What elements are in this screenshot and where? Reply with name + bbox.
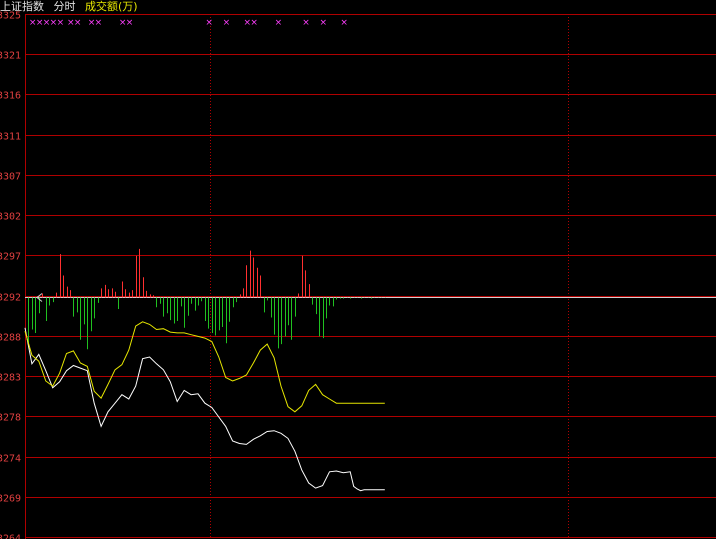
- event-marker: ×: [205, 18, 213, 28]
- y-tick-label: 3302: [0, 212, 21, 223]
- event-marker: ×: [74, 18, 82, 28]
- event-marker: ×: [275, 18, 283, 28]
- event-marker: ×: [320, 18, 328, 28]
- event-markers: × × × × × × × × × × × × × × × × × × ×: [29, 18, 348, 28]
- y-tick-label: 3325: [0, 11, 21, 22]
- price-line: [24, 327, 385, 492]
- y-tick-label: 3269: [0, 494, 21, 505]
- event-marker: ×: [340, 18, 348, 28]
- event-marker: ×: [302, 18, 310, 28]
- event-marker: ×: [126, 18, 134, 28]
- intraday-chart[interactable]: 3325 3321 3316 3311 3307 3302 3297 3292 3288 3283…: [0, 0, 716, 539]
- y-tick-label: 3316: [0, 91, 21, 102]
- y-tick-label: 3307: [0, 172, 21, 183]
- grid-lines: [25, 14, 716, 539]
- average-price-line: [24, 321, 385, 413]
- event-marker: ×: [223, 18, 231, 28]
- event-marker: ×: [95, 18, 103, 28]
- y-tick-label: 3283: [0, 373, 21, 384]
- y-tick-label: 3278: [0, 413, 21, 424]
- event-marker: ×: [57, 18, 65, 28]
- y-tick-label: 3321: [0, 51, 21, 62]
- y-tick-label: 3297: [0, 252, 21, 263]
- y-tick-label: 3311: [0, 132, 21, 143]
- event-marker: ×: [250, 18, 258, 28]
- price-lines: [24, 293, 385, 492]
- y-tick-label: 3274: [0, 454, 21, 465]
- y-tick-label: 3292: [0, 293, 21, 304]
- y-tick-label: 3264: [0, 534, 21, 539]
- volume-bars: [28, 248, 386, 350]
- y-axis-ticks: 3325 3321 3316 3311 3307 3302 3297 3292 3288 3283…: [0, 11, 21, 539]
- y-tick-label: 3288: [0, 333, 21, 344]
